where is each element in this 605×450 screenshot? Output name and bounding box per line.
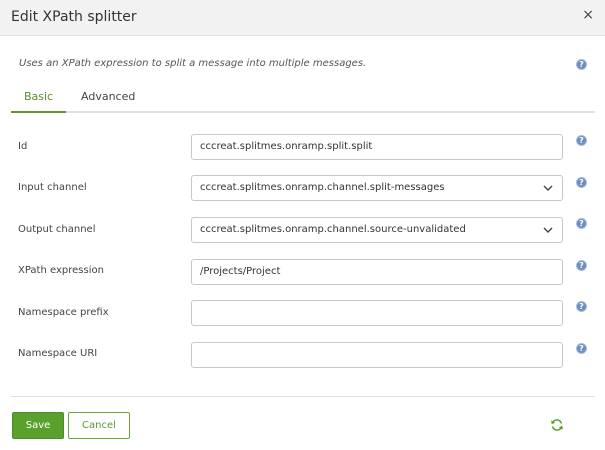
active-tab-indicator <box>11 111 66 113</box>
dialog-title: Edit XPath splitter <box>11 9 137 25</box>
help-icon[interactable]: ? <box>576 301 587 312</box>
help-icon[interactable]: ? <box>576 177 587 188</box>
help-icon[interactable]: ? <box>576 59 587 70</box>
refresh-icon[interactable] <box>550 418 564 432</box>
output-channel-value: cccreat.splitmes.onramp.channel.source-u… <box>200 224 466 235</box>
help-icon[interactable]: ? <box>576 260 587 271</box>
namespace-uri-label: Namespace URI <box>18 348 98 359</box>
namespace-prefix-label: Namespace prefix <box>18 307 109 318</box>
footer-divider <box>11 396 595 397</box>
id-value: cccreat.splitmes.onramp.split.split <box>200 141 373 152</box>
dialog-description: Uses an XPath expression to split a mess… <box>19 58 367 69</box>
xpath-expression-field[interactable]: /Projects/Project <box>191 259 563 285</box>
chevron-down-icon <box>543 185 553 191</box>
id-label: Id <box>18 141 28 152</box>
tab-basic[interactable]: Basic <box>11 90 66 103</box>
dialog-header: Edit XPath splitter × <box>0 0 605 36</box>
close-icon[interactable]: × <box>582 7 594 23</box>
tab-bar: Basic Advanced <box>11 86 595 113</box>
output-channel-select[interactable]: cccreat.splitmes.onramp.channel.source-u… <box>191 217 563 243</box>
help-icon[interactable]: ? <box>576 135 587 146</box>
output-channel-label: Output channel <box>18 224 96 235</box>
xpath-expression-label: XPath expression <box>18 265 104 276</box>
help-icon[interactable]: ? <box>576 218 587 229</box>
namespace-uri-field[interactable] <box>191 342 563 368</box>
xpath-expression-value: /Projects/Project <box>200 266 281 277</box>
save-button[interactable]: Save <box>12 412 64 439</box>
id-field[interactable]: cccreat.splitmes.onramp.split.split <box>191 134 563 160</box>
namespace-prefix-field[interactable] <box>191 300 563 326</box>
chevron-down-icon <box>543 227 553 233</box>
cancel-button[interactable]: Cancel <box>68 412 130 439</box>
tab-advanced[interactable]: Advanced <box>81 90 135 103</box>
input-channel-label: Input channel <box>18 182 87 193</box>
input-channel-value: cccreat.splitmes.onramp.channel.split-me… <box>200 182 445 193</box>
help-icon[interactable]: ? <box>576 343 587 354</box>
input-channel-select[interactable]: cccreat.splitmes.onramp.channel.split-me… <box>191 175 563 201</box>
